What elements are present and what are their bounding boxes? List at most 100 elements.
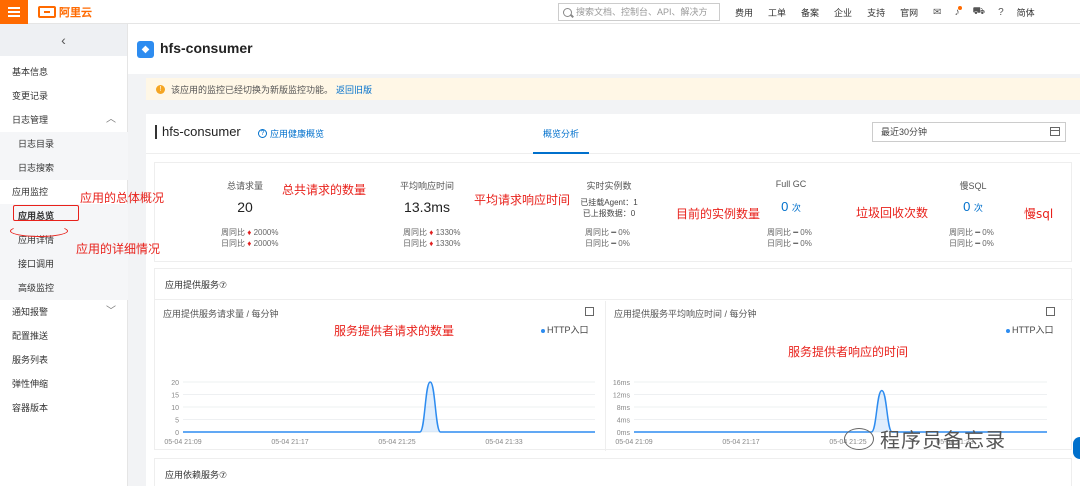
compare-label: 日同比	[767, 239, 791, 248]
mail-icon[interactable]: ✉	[933, 7, 941, 18]
nav-enterprise[interactable]: 企业	[834, 6, 852, 19]
annotation-total-requests: 总共请求的数量	[282, 183, 367, 197]
nav-support[interactable]: 支持	[867, 6, 885, 19]
arrow-up-icon: ♦	[429, 228, 434, 237]
metric-total-requests[interactable]: 总请求量 20 周同比 ♦ 2000% 日同比 ♦ 2000%	[155, 163, 335, 263]
compare-label: 日同比	[949, 239, 973, 248]
sidebar-collapse-button[interactable]: ‹	[0, 24, 127, 56]
highlight-box	[13, 205, 79, 221]
compare-value: 1330%	[435, 228, 461, 237]
sidebar-item-label: 日志管理	[12, 115, 49, 125]
y-tick-label: 15	[171, 393, 179, 400]
x-tick-label: 05-04 21:17	[271, 439, 308, 446]
page-title: hfs-consumer	[160, 40, 253, 56]
compare-value: 0%	[618, 239, 630, 248]
sidebar-item-config-push[interactable]: 配置推送	[0, 324, 128, 348]
chevron-up-icon: ︿	[106, 114, 116, 125]
compare-label: 周同比	[949, 228, 973, 237]
cart-icon[interactable]: ⛟	[972, 6, 985, 19]
sidebar-item-alerts[interactable]: 通知报警 ﹀	[0, 300, 128, 324]
compare-value: 0%	[618, 228, 630, 237]
metric-number: 0	[781, 199, 789, 214]
chevron-left-icon: ‹	[61, 32, 66, 48]
tab-overview-analysis[interactable]: 概览分析	[533, 114, 589, 154]
metric-avg-response-time[interactable]: 平均响应时间 13.3ms 周同比 ♦ 1330% 日同比 ♦ 1330%	[337, 163, 517, 263]
nav-billing[interactable]: 费用	[735, 6, 753, 19]
aliyun-logo[interactable]: 阿里云	[38, 5, 92, 19]
sidebar-item-label: 接口调用	[18, 259, 55, 269]
annotation-overview: 应用的总体概况	[80, 191, 165, 205]
nav-tickets[interactable]: 工单	[768, 6, 786, 19]
panel-title: hfs-consumer	[162, 124, 241, 139]
logo-text: 阿里云	[59, 7, 92, 19]
metric-unit: 次	[791, 203, 801, 213]
sidebar-item-basic-info[interactable]: 基本信息	[0, 60, 128, 84]
y-tick-label: 5	[175, 418, 179, 425]
warning-icon: !	[156, 84, 165, 94]
nav-website[interactable]: 官网	[900, 6, 918, 19]
compare-label: 日同比	[221, 239, 245, 248]
compare-value: 0%	[800, 228, 812, 237]
back-to-old-version-link[interactable]: 返回旧版	[336, 83, 372, 96]
x-tick-label: 05-04 21:09	[164, 439, 201, 446]
watermark-text: 程序员备忘录	[880, 428, 1006, 452]
search-input[interactable]	[576, 7, 716, 17]
sidebar-item-label: 变更记录	[12, 91, 49, 101]
compare-label: 周同比	[403, 228, 427, 237]
sidebar-item-autoscaling[interactable]: 弹性伸缩	[0, 372, 128, 396]
floating-help-button[interactable]	[1073, 437, 1080, 459]
sidebar-item-log-directory[interactable]: 日志目录	[0, 132, 128, 156]
y-tick-label: 16ms	[613, 380, 631, 387]
cube-icon: ◆	[137, 41, 154, 58]
section-title: 应用依赖服务⑦	[165, 470, 228, 480]
sidebar-item-label: 应用监控	[12, 187, 49, 197]
sidebar-item-log-management[interactable]: 日志管理 ︿	[0, 108, 128, 132]
x-tick-label: 05-04 21:33	[485, 439, 522, 446]
compare-label: 周同比	[767, 228, 791, 237]
arrow-up-icon: ♦	[429, 239, 434, 248]
metric-label: Full GC	[775, 179, 807, 189]
sidebar-item-label: 高级监控	[18, 283, 55, 293]
sidebar-item-log-search[interactable]: 日志搜索	[0, 156, 128, 180]
x-tick-label: 05-04 21:25	[378, 439, 415, 446]
y-tick-label: 8ms	[617, 405, 631, 412]
sidebar-item-label: 配置推送	[12, 331, 49, 341]
help-icon[interactable]: ?	[998, 7, 1004, 18]
sidebar-item-service-list[interactable]: 服务列表	[0, 348, 128, 372]
sidebar-item-label: 基本信息	[12, 67, 49, 77]
arrow-up-icon: ♦	[247, 239, 252, 248]
language-switch[interactable]: 简体	[1017, 6, 1035, 19]
y-tick-label: 12ms	[613, 393, 631, 400]
compare-label: 周同比	[221, 228, 245, 237]
search-icon	[563, 7, 572, 17]
app-header: ◆ hfs-consumer	[128, 24, 1080, 74]
time-range-value: 最近30分钟	[881, 127, 928, 137]
metric-unit: 次	[973, 203, 983, 213]
sidebar-item-container-version[interactable]: 容器版本	[0, 396, 128, 420]
app-health-link-label: 应用健康概览	[270, 129, 325, 139]
app-health-link[interactable]: ? 应用健康概览	[258, 127, 324, 140]
notice-bar: ! 该应用的监控已经切换为新版监控功能。 返回旧版	[146, 78, 1080, 100]
sidebar-item-advanced-monitor[interactable]: 高级监控	[0, 276, 128, 300]
compare-value: 1330%	[435, 239, 461, 248]
sidebar-item-label: 日志目录	[18, 139, 55, 149]
metric-instances[interactable]: 实时实例数 已挂载Agent：1 已上报数据：0 周同比 ━ 0% 日同比 ━ …	[519, 163, 699, 263]
nav-icp[interactable]: 备案	[801, 6, 819, 19]
sidebar-item-label: 通知报警	[12, 307, 49, 317]
calendar-icon	[1050, 127, 1060, 136]
annotation-instances: 目前的实例数量	[676, 207, 761, 221]
hamburger-menu-icon[interactable]	[0, 0, 28, 24]
y-tick-label: 20	[171, 380, 179, 387]
top-bar: 阿里云 费用 工单 备案 企业 支持 官网 ✉ ♪ ⛟ ? 简体	[0, 0, 1080, 24]
compare-value: 2000%	[253, 228, 279, 237]
search-box[interactable]	[558, 3, 720, 21]
highlight-ellipse	[10, 225, 68, 237]
time-range-picker[interactable]: 最近30分钟	[872, 122, 1066, 142]
bell-icon[interactable]: ♪	[954, 5, 963, 18]
metric-compare: 周同比 ♦ 2000% 日同比 ♦ 2000%	[221, 227, 321, 249]
y-tick-label: 0ms	[617, 430, 631, 437]
title-accent-bar	[155, 125, 157, 139]
sidebar-item-change-log[interactable]: 变更记录	[0, 84, 128, 108]
metrics-summary: 总请求量 20 周同比 ♦ 2000% 日同比 ♦ 2000% 平均响应时间 1…	[154, 162, 1072, 262]
y-tick-label: 10	[171, 405, 179, 412]
